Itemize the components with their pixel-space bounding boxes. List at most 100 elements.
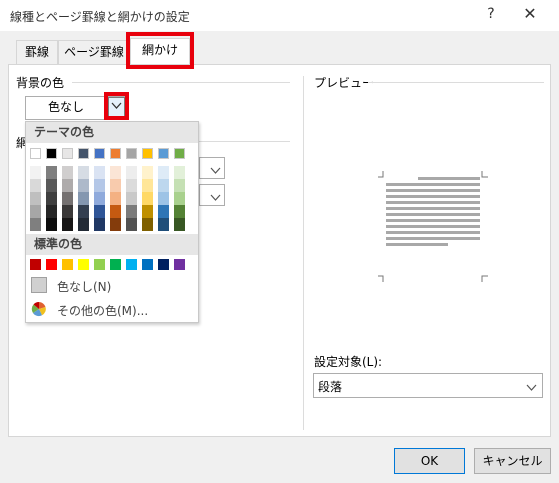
- apply-to-dropdown[interactable]: [313, 373, 543, 398]
- theme-shade-swatch[interactable]: [30, 218, 41, 231]
- theme-shade-swatch[interactable]: [94, 179, 105, 192]
- theme-shade-swatch[interactable]: [30, 166, 41, 179]
- background-color-value: 色なし: [47, 100, 84, 114]
- standard-color-swatch[interactable]: [142, 259, 153, 270]
- apply-to-label: 設定対象(L):: [314, 355, 383, 369]
- theme-shade-swatch[interactable]: [62, 192, 73, 205]
- theme-shade-swatch[interactable]: [110, 166, 121, 179]
- standard-color-swatch[interactable]: [30, 259, 41, 270]
- standard-color-swatch[interactable]: [174, 259, 185, 270]
- more-colors-label: その他の色(M)...: [57, 304, 149, 318]
- theme-shade-swatch[interactable]: [126, 218, 137, 231]
- theme-color-swatch[interactable]: [62, 148, 73, 159]
- standard-color-swatch[interactable]: [158, 259, 169, 270]
- theme-shade-swatch[interactable]: [174, 218, 185, 231]
- theme-color-swatch[interactable]: [126, 148, 137, 159]
- standard-color-swatch[interactable]: [46, 259, 57, 270]
- standard-color-swatch[interactable]: [94, 259, 105, 270]
- background-color-label: 背景の色: [16, 76, 65, 90]
- standard-color-swatch[interactable]: [62, 259, 73, 270]
- chevron-down-icon: [210, 191, 221, 205]
- theme-shade-swatch[interactable]: [174, 205, 185, 218]
- theme-shade-swatch[interactable]: [78, 205, 89, 218]
- preview-text-lines: [386, 177, 480, 246]
- theme-shade-swatch[interactable]: [110, 218, 121, 231]
- theme-color-swatch[interactable]: [158, 148, 169, 159]
- theme-shade-swatch[interactable]: [158, 166, 169, 179]
- theme-shade-swatch[interactable]: [174, 192, 185, 205]
- theme-shade-swatch[interactable]: [30, 192, 41, 205]
- theme-shade-swatch[interactable]: [174, 179, 185, 192]
- theme-shade-swatch[interactable]: [62, 218, 73, 231]
- background-color-dropdown-arrow[interactable]: [108, 97, 125, 118]
- theme-shade-swatch[interactable]: [110, 205, 121, 218]
- theme-shade-swatch[interactable]: [158, 179, 169, 192]
- help-button[interactable]: ?: [484, 6, 498, 22]
- theme-shade-swatch[interactable]: [126, 166, 137, 179]
- standard-color-swatch[interactable]: [110, 259, 121, 270]
- background-group-divider: [72, 82, 290, 83]
- theme-shade-swatch[interactable]: [110, 192, 121, 205]
- theme-shade-swatch[interactable]: [46, 179, 57, 192]
- theme-shade-swatch[interactable]: [94, 166, 105, 179]
- theme-shade-swatch[interactable]: [78, 166, 89, 179]
- theme-shade-swatch[interactable]: [142, 192, 153, 205]
- no-color-icon: [31, 277, 47, 293]
- chevron-down-icon: [526, 381, 537, 395]
- theme-shade-swatch[interactable]: [62, 205, 73, 218]
- tab-page-borders[interactable]: ページ罫線: [58, 40, 130, 64]
- theme-color-swatch[interactable]: [110, 148, 121, 159]
- panel-divider: [303, 76, 304, 430]
- theme-shade-swatch[interactable]: [30, 205, 41, 218]
- cancel-button[interactable]: キャンセル: [474, 448, 551, 474]
- theme-shade-swatch[interactable]: [46, 166, 57, 179]
- theme-shade-swatch[interactable]: [142, 218, 153, 231]
- theme-shade-swatch[interactable]: [30, 179, 41, 192]
- standard-colors-header: 標準の色: [26, 234, 198, 255]
- tab-shading[interactable]: 網かけ: [130, 38, 190, 64]
- theme-shade-swatch[interactable]: [126, 205, 137, 218]
- chevron-down-icon: [111, 102, 122, 109]
- theme-color-swatch[interactable]: [94, 148, 105, 159]
- theme-shade-swatch[interactable]: [174, 166, 185, 179]
- theme-shade-swatch[interactable]: [94, 192, 105, 205]
- theme-shade-swatch[interactable]: [110, 179, 121, 192]
- theme-color-swatch[interactable]: [30, 148, 41, 159]
- standard-color-swatch[interactable]: [78, 259, 89, 270]
- chevron-down-icon: [210, 164, 221, 178]
- no-color-label: 色なし(N): [57, 280, 112, 294]
- theme-shade-swatch[interactable]: [46, 192, 57, 205]
- theme-shade-swatch[interactable]: [78, 218, 89, 231]
- theme-color-swatch[interactable]: [78, 148, 89, 159]
- theme-shade-swatch[interactable]: [46, 205, 57, 218]
- ok-button[interactable]: OK: [394, 448, 465, 474]
- theme-color-swatch[interactable]: [46, 148, 57, 159]
- no-color-option[interactable]: 色なし(N): [27, 274, 197, 296]
- theme-shade-swatch[interactable]: [62, 179, 73, 192]
- close-button[interactable]: ✕: [520, 4, 540, 23]
- theme-shade-swatch[interactable]: [62, 166, 73, 179]
- theme-shade-swatch[interactable]: [142, 205, 153, 218]
- more-colors-option[interactable]: その他の色(M)...: [27, 298, 197, 320]
- theme-color-swatch[interactable]: [174, 148, 185, 159]
- theme-shade-swatch[interactable]: [142, 179, 153, 192]
- theme-shade-swatch[interactable]: [158, 192, 169, 205]
- theme-shade-swatch[interactable]: [78, 179, 89, 192]
- theme-shade-swatch[interactable]: [94, 218, 105, 231]
- theme-shade-swatch[interactable]: [158, 205, 169, 218]
- pattern-group-divider: [198, 141, 290, 142]
- standard-color-swatch[interactable]: [126, 259, 137, 270]
- theme-color-swatch[interactable]: [142, 148, 153, 159]
- theme-shade-swatch[interactable]: [94, 205, 105, 218]
- tab-borders[interactable]: 罫線: [16, 40, 58, 64]
- theme-shade-swatch[interactable]: [126, 179, 137, 192]
- theme-shade-swatch[interactable]: [142, 166, 153, 179]
- color-picker-popup: テーマの色 標準の色 色なし(N) その他の色(M)...: [25, 121, 199, 323]
- color-palette-icon: [31, 301, 46, 317]
- theme-shade-swatch[interactable]: [78, 192, 89, 205]
- theme-shade-swatch[interactable]: [126, 192, 137, 205]
- theme-shade-swatch[interactable]: [158, 218, 169, 231]
- theme-colors-header: テーマの色: [26, 122, 198, 143]
- window-title: 線種とページ罫線と網かけの設定: [10, 10, 190, 24]
- theme-shade-swatch[interactable]: [46, 218, 57, 231]
